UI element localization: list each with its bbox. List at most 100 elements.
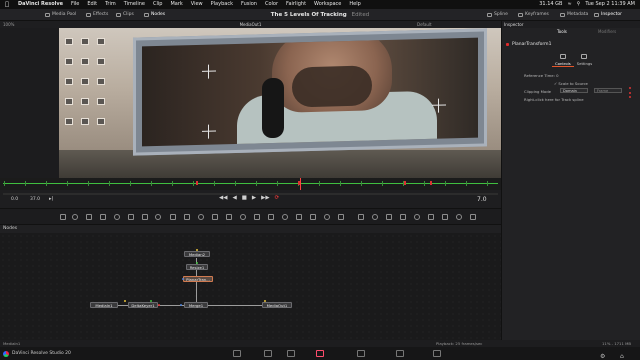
menu-trim[interactable]: Trim (101, 0, 120, 9)
wifi-icon[interactable]: ≈ (567, 0, 571, 9)
node-merge1[interactable]: Merge1 (184, 302, 208, 308)
effects-button[interactable]: Effects (86, 9, 108, 21)
menu-fairlight[interactable]: Fairlight (282, 0, 310, 9)
fusion-tool-icon[interactable] (400, 214, 406, 220)
fusion-tool-icon[interactable] (212, 214, 218, 220)
fusion-tool-icon[interactable] (372, 214, 378, 220)
keyframe-marker[interactable] (430, 181, 432, 185)
inspector-node-header[interactable]: PlanarTransform1 (506, 42, 551, 47)
media-pool-button[interactable]: Media Pool (45, 9, 76, 21)
timeline-ruler[interactable] (0, 178, 501, 190)
fusion-tool-icon[interactable] (282, 214, 288, 220)
viewer-mode-dropdown[interactable]: Default (417, 21, 432, 28)
fusion-tool-icon[interactable] (86, 214, 92, 220)
play-reverse-icon[interactable]: ◀ (232, 195, 236, 201)
menu-playback[interactable]: Playback (207, 0, 237, 9)
node-input-port[interactable] (182, 278, 184, 280)
fusion-tool-icon[interactable] (155, 214, 161, 220)
stop-icon[interactable]: ■ (242, 195, 247, 201)
fusion-tool-icon[interactable] (254, 214, 260, 220)
keyframes-button[interactable]: Keyframes (518, 9, 549, 21)
viewer-canvas[interactable] (59, 28, 501, 178)
track-spline-hint[interactable]: Right-click here for Track spline (524, 97, 584, 102)
node-input-port[interactable] (150, 300, 152, 302)
fusion-tool-icon[interactable] (456, 214, 462, 220)
color-page-icon[interactable] (357, 350, 365, 357)
tracker-crosshair[interactable] (432, 98, 446, 112)
keyframe-marker[interactable] (404, 181, 406, 185)
menu-view[interactable]: View (187, 0, 207, 9)
go-to-end-icon[interactable]: ▶▶ (261, 195, 269, 201)
menu-davinci-resolve[interactable]: DaVinci Resolve (14, 0, 67, 9)
fusion-tool-icon[interactable] (72, 214, 78, 220)
apple-icon[interactable]:  (0, 0, 14, 9)
fusion-tool-icon[interactable] (128, 214, 134, 220)
fusion-tool-icon[interactable] (198, 214, 204, 220)
fusion-tool-icon[interactable] (142, 214, 148, 220)
tracker-crosshair[interactable] (202, 124, 216, 138)
fusion-tool-icon[interactable] (114, 214, 120, 220)
fusion-tool-icon[interactable] (60, 214, 66, 220)
spline-button[interactable]: Spline (487, 9, 508, 21)
go-to-start-icon[interactable]: ◀◀ (219, 195, 227, 201)
node-input-port[interactable] (196, 262, 198, 264)
node-media-out[interactable]: MediaOut1 (262, 302, 292, 308)
render-end-field[interactable]: 37.0 (30, 197, 40, 202)
settings-tab[interactable]: Settings (577, 54, 592, 66)
node-input-port[interactable] (180, 304, 182, 306)
controls-tab[interactable]: Controls (555, 54, 571, 66)
node-median2[interactable]: Median2 (184, 251, 210, 257)
menu-file[interactable]: File (67, 0, 83, 9)
menu-fusion[interactable]: Fusion (237, 0, 261, 9)
render-start-field[interactable]: 0.0 (11, 197, 18, 202)
search-icon[interactable]: ⚲ (577, 0, 581, 9)
menu-edit[interactable]: Edit (83, 0, 101, 9)
fusion-tool-icon[interactable] (414, 214, 420, 220)
fusion-tool-icon[interactable] (100, 214, 106, 220)
menu-timeline[interactable]: Timeline (120, 0, 149, 9)
node-output-port[interactable] (158, 304, 160, 306)
metadata-button[interactable]: Metadata (560, 9, 588, 21)
play-icon[interactable]: ▶ (252, 195, 256, 201)
inspector-button[interactable]: Inspector (594, 9, 622, 21)
fusion-tool-icon[interactable] (358, 214, 364, 220)
fusion-tool-icon[interactable] (170, 214, 176, 220)
fairlight-page-icon[interactable] (396, 350, 404, 357)
fusion-tool-icon[interactable] (470, 214, 476, 220)
fusion-tool-icon[interactable] (428, 214, 434, 220)
storage-indicator[interactable]: 31.14 GB (539, 0, 562, 9)
home-icon[interactable]: ⌂ (620, 350, 624, 360)
clock-text[interactable]: Tue Sep 2 11:39 AM (585, 0, 635, 9)
fusion-tool-icon[interactable] (386, 214, 392, 220)
domain-option[interactable]: Domain (560, 88, 588, 93)
fusion-tool-icon[interactable] (240, 214, 246, 220)
fusion-tool-icon[interactable] (296, 214, 302, 220)
fusion-tool-icon[interactable] (310, 214, 316, 220)
cut-page-icon[interactable] (264, 350, 272, 357)
node-input-port[interactable] (196, 249, 198, 251)
fusion-tool-icon[interactable] (268, 214, 274, 220)
deliver-page-icon[interactable] (433, 350, 441, 357)
node-input-port[interactable] (124, 300, 126, 302)
node-planar-transform[interactable]: PlanarTran... (183, 276, 213, 282)
menu-clip[interactable]: Clip (149, 0, 166, 9)
node-media-in[interactable]: MediaIn1 (90, 302, 118, 308)
menu-workspace[interactable]: Workspace (310, 0, 345, 9)
node-delta-keyer[interactable]: DeltaKeyer1 (128, 302, 158, 308)
scale-to-source-checkbox[interactable]: ✓ Scale to Source (554, 81, 588, 86)
menu-help[interactable]: Help (345, 0, 364, 9)
node-editor[interactable]: Median2 Resize1 PlanarTran... MediaIn1 D… (0, 233, 501, 340)
fusion-tool-icon[interactable] (442, 214, 448, 220)
media-page-icon[interactable] (233, 350, 241, 357)
node-resize1[interactable]: Resize1 (186, 264, 208, 270)
edit-page-icon[interactable] (287, 350, 295, 357)
menu-mark[interactable]: Mark (166, 0, 186, 9)
playhead[interactable] (300, 178, 301, 190)
tracker-crosshair[interactable] (202, 64, 216, 78)
nodes-button[interactable]: Nodes (144, 9, 165, 21)
current-frame-field[interactable]: 7.0 (477, 196, 487, 203)
fusion-tool-icon[interactable] (324, 214, 330, 220)
fusion-page-icon[interactable] (316, 350, 324, 357)
tab-modifiers[interactable]: Modifiers (598, 28, 616, 35)
clips-button[interactable]: Clips (116, 9, 134, 21)
